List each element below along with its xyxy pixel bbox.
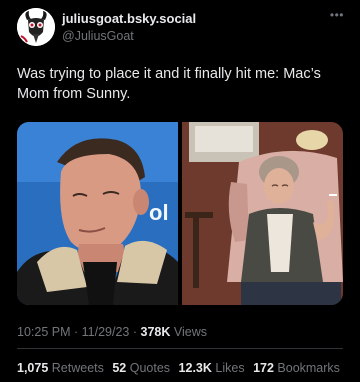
author-display-name[interactable]: juliusgoat.bsky.social (62, 11, 196, 27)
goat-face-icon (17, 8, 55, 46)
likes-label: Likes (215, 361, 245, 375)
meta-separator: · (74, 325, 79, 339)
tweet-date[interactable]: 11/29/23 (82, 325, 130, 339)
quotes-stat[interactable]: 52 Quotes (112, 361, 173, 375)
tweet-time[interactable]: 10:25 PM (17, 325, 71, 339)
tweet-text: Was trying to place it and it finally hi… (17, 66, 321, 102)
woman-in-armchair-with-popcorn-photo[interactable] (182, 122, 343, 305)
divider (17, 348, 343, 349)
retweets-label: Retweets (51, 361, 104, 375)
meta-separator: · (132, 325, 138, 339)
views-label: Views (173, 325, 208, 339)
author-handle[interactable]: @JuliusGoat (62, 28, 196, 44)
media-images: ol (17, 122, 343, 305)
more-options-icon[interactable]: ••• (330, 8, 344, 22)
quotes-count: 52 (112, 361, 127, 375)
tweet-header: juliusgoat.bsky.social @JuliusGoat ••• (17, 8, 348, 48)
man-in-shearling-jacket-photo[interactable]: ol (17, 122, 178, 305)
quotes-label: Quotes (129, 361, 171, 375)
likes-count: 12.3K (178, 361, 212, 375)
likes-stat[interactable]: 12.3K Likes (179, 361, 249, 375)
bookmarks-label: Bookmarks (277, 361, 340, 375)
tweet-meta: 10:25 PM · 11/29/23 · 378K Views (17, 325, 207, 339)
avatar[interactable] (17, 8, 55, 46)
retweets-count: 1,075 (17, 361, 49, 375)
svg-text:ol: ol (149, 200, 169, 225)
author-names: juliusgoat.bsky.social @JuliusGoat (62, 11, 196, 44)
bookmarks-stat[interactable]: 172 Bookmarks (253, 361, 340, 375)
engagement-stats: 1,075 Retweets 52 Quotes 12.3K Likes 172… (17, 361, 345, 375)
bookmarks-count: 172 (253, 361, 274, 375)
views-count: 378K (140, 325, 171, 339)
retweets-stat[interactable]: 1,075 Retweets (17, 361, 107, 375)
tweet-media[interactable]: ol (17, 122, 343, 305)
